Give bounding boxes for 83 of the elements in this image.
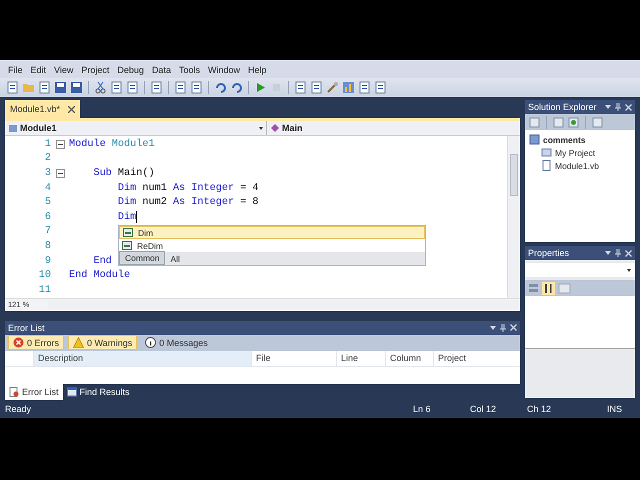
char-indicator: Ch 12 [527, 404, 552, 414]
completion-item[interactable]: ReDim [119, 239, 425, 252]
refresh-icon[interactable] [568, 116, 579, 128]
panel-title: Error List [8, 322, 45, 333]
tree-item[interactable]: My Project [555, 148, 596, 158]
line-indicator: Ln 6 [413, 404, 432, 414]
status-text: Ready [5, 404, 32, 414]
scrollbar[interactable] [507, 136, 520, 298]
collapse-icon[interactable] [56, 168, 64, 178]
column-header[interactable]: File [252, 350, 337, 366]
dropdown-icon[interactable] [605, 250, 611, 256]
document-tab[interactable]: Module1.vb* [5, 100, 80, 118]
play-icon[interactable] [254, 81, 267, 94]
undo-icon[interactable] [214, 81, 227, 94]
menu-item[interactable]: Debug [113, 65, 148, 75]
menu-item[interactable]: File [4, 65, 27, 75]
line-number: 10 [38, 270, 51, 282]
line-number: 4 [44, 182, 51, 194]
code-line: Module Module1 [69, 138, 155, 150]
member-dropdown[interactable]: Main [267, 121, 306, 135]
filter-button[interactable]: 0 Messages [141, 336, 212, 350]
filter-button[interactable]: 0 Errors [8, 335, 64, 350]
menu-item[interactable]: Data [148, 65, 175, 75]
save-icon[interactable] [54, 81, 67, 94]
dropdown-icon[interactable] [490, 324, 496, 331]
scissors-icon[interactable] [94, 81, 107, 94]
scrollbar[interactable] [48, 300, 520, 310]
code-line: End [92, 256, 112, 267]
filter-tab[interactable]: All [165, 253, 185, 265]
column-header[interactable]: Description [34, 350, 252, 366]
column-indicator: Col 12 [470, 404, 498, 414]
code-line: Dim [116, 212, 136, 223]
menu-item[interactable]: View [50, 65, 78, 75]
line-number: 5 [44, 197, 51, 208]
line-number: 8 [44, 240, 51, 252]
pin-icon[interactable] [615, 103, 621, 111]
save-all-icon[interactable] [70, 81, 83, 94]
code-line: Dim num1 As Integer = 4 [116, 182, 259, 194]
panel-title: Properties [528, 248, 570, 258]
warning-icon [73, 337, 84, 348]
menu-item[interactable]: Tools [174, 65, 204, 75]
column-header[interactable]: Project [434, 350, 520, 366]
dropdown-icon[interactable] [605, 104, 611, 110]
menu-item[interactable]: Project [77, 65, 114, 75]
code-line: Sub Main() [92, 168, 155, 179]
close-icon[interactable] [68, 106, 76, 113]
completion-item[interactable]: Dim [119, 226, 425, 239]
line-number: 9 [44, 256, 51, 267]
keyword-icon [123, 228, 133, 237]
method-icon [270, 123, 280, 133]
module-icon [8, 123, 18, 133]
line-number: 7 [44, 226, 51, 238]
menu-item[interactable]: Window [204, 65, 244, 75]
info-icon [145, 337, 156, 348]
column-header[interactable]: Line [337, 350, 386, 366]
pin-icon[interactable] [500, 324, 506, 332]
error-icon [13, 337, 24, 348]
line-number: 1 [44, 138, 51, 150]
line-number: 3 [44, 168, 51, 179]
panel-tab[interactable]: Find Results [62, 384, 134, 400]
redo-icon[interactable] [230, 81, 243, 94]
code-line: End Module [69, 270, 130, 282]
filter-button[interactable]: 0 Warnings [68, 335, 138, 350]
menu-item[interactable]: Help [244, 65, 270, 75]
new-file-icon[interactable] [6, 81, 19, 94]
code-line: Dim num2 As Integer = 8 [116, 197, 259, 208]
tree-item[interactable]: comments [543, 134, 586, 144]
project-icon [529, 134, 540, 145]
line-number: 6 [44, 212, 51, 223]
panel-title: Solution Explorer [528, 102, 597, 112]
menu-item[interactable]: Edit [26, 65, 50, 75]
collapse-icon[interactable] [56, 140, 64, 149]
filter-tab[interactable]: Common [119, 251, 166, 265]
line-number: 2 [44, 153, 51, 164]
pin-icon[interactable] [615, 249, 621, 257]
type-dropdown[interactable]: Module1 [5, 121, 267, 135]
line-number: 11 [38, 284, 51, 296]
panel-tab[interactable]: Error List [5, 384, 63, 400]
tree-item[interactable]: Module1.vb [555, 160, 599, 170]
insert-mode-indicator: INS [607, 404, 624, 414]
wrench-icon[interactable] [326, 81, 339, 94]
keyword-icon [122, 241, 132, 250]
column-header[interactable]: Column [386, 350, 434, 366]
